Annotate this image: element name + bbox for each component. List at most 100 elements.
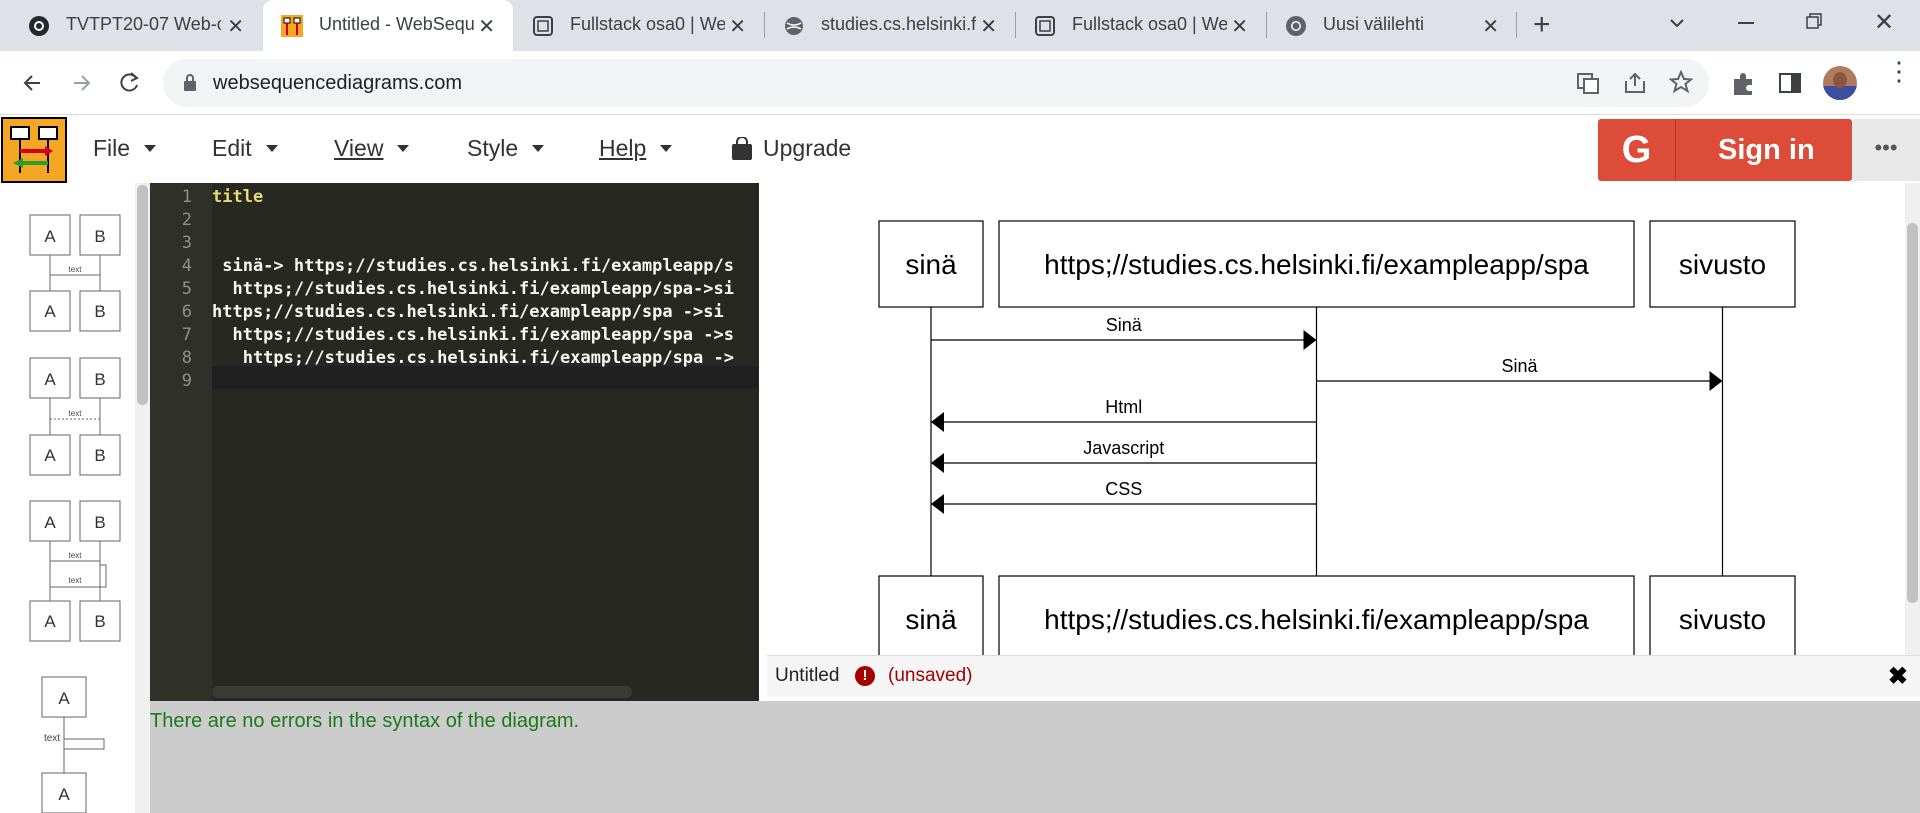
code-editor[interactable]: 1 2 3 4 5 6 7 8 9 title sinä-> https;//studies.c… [150,183,759,701]
menu-view[interactable]: View [334,135,410,162]
arrowhead [931,494,944,514]
participant-label: sinä [905,249,957,280]
lock-icon[interactable] [183,74,197,92]
restore-icon[interactable] [1806,13,1822,29]
template-text: text [69,265,83,274]
unsaved-label: (unsaved) [888,665,973,686]
address-bar[interactable]: websequencediagrams.com [163,59,1709,107]
template-label: A [44,370,56,389]
template-text: text [69,551,83,560]
arrowhead [1303,330,1317,350]
code-line[interactable]: https;//studies.cs.helsinki.fi/exampleap… [212,302,724,322]
tab-title: Uusi välilehti [1323,14,1425,34]
editor-horizontal-scrollbar[interactable] [212,686,632,698]
new-tab-plus-icon[interactable]: + [1533,8,1551,42]
sequence-diagram: sinä sinä https;//studies.cs.helsinki.fi/e… [878,220,1796,655]
close-tab-icon[interactable]: ✕ [1231,14,1248,39]
template-label: A [58,785,70,804]
side-panel-icon[interactable] [1778,71,1802,95]
template-label: B [94,612,105,631]
diagram-preview: sinä sinä https;//studies.cs.helsinki.fi/e… [759,183,1920,655]
browser-tab-4[interactable]: studies.cs.helsinki.fi ✕ [765,0,1015,51]
document-name[interactable]: Untitled [775,665,839,687]
line-number: 1 [181,187,192,207]
tab-title: Untitled - WebSequ [319,14,474,34]
browser-tab-2[interactable]: Untitled - WebSequ ✕ [263,0,513,51]
line-number: 7 [181,325,192,345]
arrowhead [931,412,944,432]
page-icon [1035,16,1055,36]
code-line[interactable]: https;//studies.cs.helsinki.fi/exampleap… [212,348,734,368]
active-line-highlight [212,366,759,389]
code-line[interactable]: title [212,187,263,207]
line-number: 6 [181,302,192,322]
websequencediagrams-logo[interactable] [1,117,67,183]
menu-style[interactable]: Style [467,135,545,162]
close-window-icon[interactable]: ✕ [1874,8,1894,37]
close-tab-icon[interactable]: ✕ [980,14,997,39]
line-number: 8 [181,348,192,368]
template-2[interactable]: text A B A B [29,357,121,476]
preview-scrollbar[interactable] [1905,183,1920,655]
tab-title: Fullstack osa0 | Wel [570,14,725,34]
code-line[interactable]: https;//studies.cs.helsinki.fi/exampleap… [212,279,734,299]
unsaved-warning-icon: ! [855,666,875,686]
reload-icon[interactable] [114,68,144,98]
menu-edit[interactable]: Edit [212,135,278,162]
menu-help[interactable]: Help [599,135,673,162]
menu-view-label: View [334,135,384,161]
close-tab-icon[interactable]: ✕ [1482,14,1499,39]
scrollbar-thumb[interactable] [1907,223,1918,603]
line-number: 4 [181,256,192,276]
tab-title: TVTPT20-07 Web-o [66,14,221,34]
close-icon[interactable]: ✖ [1888,662,1908,691]
template-label: A [44,446,56,465]
participant-label: https;//studies.cs.helsinki.fi/exampleap… [1044,604,1589,635]
template-sidebar: text A B A B text A B A B text text A B … [0,183,150,813]
template-label: A [58,689,70,708]
message-label: Sinä [1106,315,1143,335]
chrome-menu-icon[interactable]: ⋮ [1886,58,1912,84]
code-line[interactable]: https;//studies.cs.helsinki.fi/exampleap… [212,325,734,345]
close-tab-icon[interactable]: ✕ [729,14,746,39]
template-label: A [44,513,56,532]
code-line[interactable]: sinä-> https;//studies.cs.helsinki.fi/ex… [212,256,734,276]
bookmark-star-icon[interactable] [1669,70,1693,94]
more-options-button[interactable]: ••• [1852,119,1920,181]
template-4[interactable]: text A A [41,676,105,813]
line-number: 9 [181,371,192,391]
avatar[interactable] [1823,66,1857,100]
minimize-icon[interactable] [1738,22,1754,24]
browser-tab-3[interactable]: Fullstack osa0 | Wel ✕ [514,0,764,51]
shopping-bag-icon [732,136,752,160]
template-label: B [94,370,105,389]
template-label: A [44,302,56,321]
arrowhead [931,453,944,473]
extensions-icon[interactable] [1730,71,1756,97]
upgrade-button[interactable]: Upgrade [731,135,851,162]
browser-tab-1[interactable]: TVTPT20-07 Web-o ✕ [10,0,262,51]
sign-in-button[interactable]: G Sign in [1598,119,1852,181]
close-tab-icon[interactable]: ✕ [227,14,244,39]
scrollbar-thumb[interactable] [137,185,148,405]
message-label: Sinä [1501,356,1538,376]
browser-tab-strip: TVTPT20-07 Web-o ✕ Untitled - WebSequ ✕ … [0,0,1920,51]
back-arrow-icon[interactable] [18,68,48,98]
translate-icon[interactable] [1576,71,1600,95]
chevron-down-icon[interactable] [1668,14,1686,32]
sidebar-scrollbar[interactable] [135,183,150,813]
close-tab-icon[interactable]: ✕ [478,14,495,39]
share-icon[interactable] [1623,71,1647,95]
menu-file[interactable]: File [93,135,157,162]
caret-down-icon [144,145,157,152]
participant-label: sinä [905,604,957,635]
google-icon: G [1598,119,1676,181]
syntax-status-message: There are no errors in the syntax of the… [150,710,580,732]
template-label: A [44,612,56,631]
tab-title: studies.cs.helsinki.fi [821,14,976,34]
template-3[interactable]: text text A B A B [29,500,121,642]
forward-arrow-icon[interactable] [66,68,96,98]
template-1[interactable]: text A B A B [29,214,121,332]
browser-tab-6[interactable]: Uusi välilehti ✕ [1267,0,1517,51]
browser-tab-5[interactable]: Fullstack osa0 | Wel ✕ [1016,0,1266,51]
